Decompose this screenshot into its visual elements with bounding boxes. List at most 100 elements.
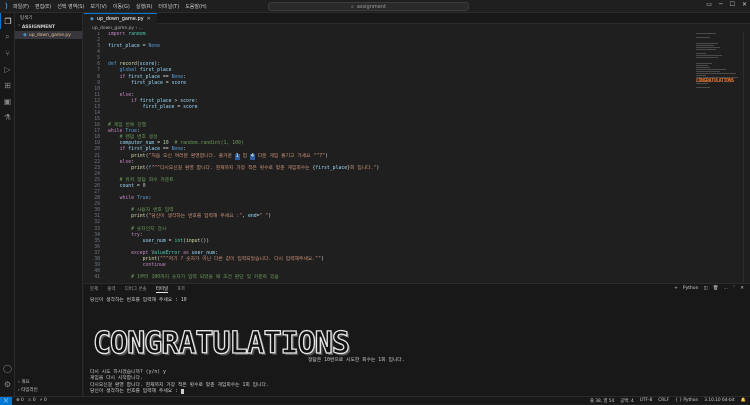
code-token: first_place: [142, 104, 175, 110]
menu-item[interactable]: 실행(R): [136, 3, 153, 10]
extensions-icon[interactable]: ⊞: [0, 77, 15, 93]
indentation[interactable]: 공백: 4: [620, 398, 633, 404]
menu-item[interactable]: 터미널(T): [158, 3, 179, 10]
testing-icon[interactable]: ⚗: [0, 109, 15, 125]
code-token: ): [268, 214, 272, 220]
minimap-banner: CONGRATULATIONS: [696, 78, 734, 84]
cursor-position[interactable]: 줄 38, 열 54: [590, 398, 614, 404]
menu-item[interactable]: 도움말(H): [185, 3, 206, 10]
encoding[interactable]: UTF-8: [640, 398, 653, 404]
line-number: 41: [94, 275, 100, 281]
layout-icon[interactable]: ▭: [706, 1, 712, 8]
end-of-line[interactable]: CRLF: [658, 398, 669, 404]
congratulations-banner: CONGRATULATIONS: [92, 325, 350, 361]
file-item-up-down-game[interactable]: ◆ up_down_game.py: [15, 31, 82, 39]
language-mode[interactable]: { } Python: [675, 398, 698, 404]
code-token: score: [171, 80, 187, 86]
workspace-folder-label: ASSIGNMENT: [21, 24, 56, 30]
source-control-icon[interactable]: ⑂: [0, 45, 15, 61]
remote-explorer-icon[interactable]: ▣: [0, 93, 15, 109]
window-controls: ▭ ─ ☐ ✕: [706, 1, 747, 8]
code-token: :: [148, 196, 152, 202]
python-interpreter[interactable]: 3.10.10 64-bit: [704, 398, 734, 404]
tab-label: up_down_game.py: [96, 16, 144, 22]
notifications-bell-icon[interactable]: 🔔: [741, 398, 746, 404]
code-token: input: [186, 238, 201, 244]
panel-tab[interactable]: 문제: [90, 286, 98, 292]
timeline-section[interactable]: › 타임라인: [15, 386, 83, 394]
code-token: first_place: [108, 44, 140, 50]
panel-tabs: 문제 출력 디버그 콘솔 터미널 포트: [84, 284, 750, 294]
menu-item[interactable]: 편집(E): [35, 3, 51, 10]
trash-icon[interactable]: 🗑: [713, 286, 719, 291]
code-token: =: [134, 183, 143, 189]
menu-item[interactable]: 선택 영역(S): [57, 3, 84, 10]
close-panel-icon[interactable]: ✕: [740, 286, 744, 291]
code-token: count: [119, 183, 135, 189]
code-token: end: [247, 214, 257, 220]
split-terminal-icon[interactable]: ◫: [703, 286, 707, 291]
minimap-line: [696, 86, 710, 88]
run-debug-icon[interactable]: ▷: [0, 61, 15, 77]
remote-indicator-icon[interactable]: ⟩⟨: [0, 396, 12, 405]
add-terminal-icon[interactable]: +: [674, 286, 678, 291]
code-token: first_place: [315, 165, 348, 171]
activity-bar: ❐ ⌕ ⑂ ▷ ⊞ ▣ ⚗ ◯ ⚙: [0, 13, 15, 396]
maximize-panel-icon[interactable]: ˄: [733, 286, 735, 291]
code-token: 0: [142, 183, 146, 189]
tab-up-down-game[interactable]: ◆ up_down_game.py ✕: [84, 13, 157, 24]
code-token: True: [136, 196, 149, 202]
errors-status[interactable]: ⊗ 0: [16, 398, 24, 403]
close-icon[interactable]: ✕: [742, 1, 747, 8]
account-icon[interactable]: ◯: [0, 360, 15, 376]
maximize-icon[interactable]: ☐: [730, 1, 735, 8]
terminal-line: 당신이 생각하는 번호를 입력해 주세요 : 10: [90, 298, 187, 303]
code-token: 회 입니다.": [350, 165, 377, 171]
code-token: score: [183, 104, 198, 110]
workspace-folder[interactable]: ˅ ASSIGNMENT: [15, 23, 82, 31]
terminal-prompt: 당신이 생각하는 번호를 입력해 주세요 :: [90, 388, 730, 395]
terminal-shell-label[interactable]: Python: [683, 286, 699, 291]
editor-tabs: ◆ up_down_game.py ✕: [84, 13, 750, 24]
code-token: "처음 오신 여러분 환영합니다. 즐거운: [148, 153, 235, 159]
menu-item[interactable]: 이동(G): [113, 3, 130, 10]
editor-scrollbar[interactable]: [743, 32, 750, 283]
code-token: "^^저기 ? 숫자가 아닌 다른 값이 입력되었습니다. 다시 입력해주세요.…: [160, 256, 321, 262]
ports-status[interactable]: ⚡ 0: [40, 398, 47, 403]
title-bar: ⟩ 파일(F) 편집(E) 선택 영역(S) 보기(V) 이동(G) 실행(R) 터미널(T…: [0, 0, 750, 13]
menu-item[interactable]: 보기(V): [90, 3, 107, 10]
panel-tab[interactable]: 터미널: [155, 286, 169, 293]
warnings-status[interactable]: ⚠ 0: [28, 398, 36, 403]
breadcrumb[interactable]: up_down_game.py › ...: [84, 24, 750, 32]
code-token: =: [162, 80, 172, 86]
code-token: ): [320, 256, 324, 262]
minimap-line: [696, 56, 718, 58]
code-token: ): [376, 165, 380, 171]
command-center-search[interactable]: ⌕ assignment: [268, 2, 469, 11]
minimize-icon[interactable]: ─: [719, 1, 723, 8]
terminal[interactable]: 당신이 생각하는 번호를 입력해 주세요 : 10 CONGRATULATION…: [90, 298, 730, 394]
editor-area: ◆ up_down_game.py ✕ up_down_game.py › ..…: [84, 13, 750, 283]
outline-section[interactable]: › 개요: [15, 378, 83, 386]
explorer-icon[interactable]: ❐: [0, 13, 15, 29]
code-token: first_place: [131, 80, 163, 86]
search-icon: ⌕: [351, 3, 354, 10]
more-icon[interactable]: …: [723, 286, 728, 291]
search-icon[interactable]: ⌕: [0, 29, 15, 45]
close-tab-icon[interactable]: ✕: [147, 16, 151, 22]
minimap[interactable]: CONGRATULATIONS: [696, 32, 742, 92]
terminal-line: 정답은 10번으로 시도한 회수는 1회 입니다.: [308, 358, 405, 363]
panel-tab[interactable]: 디버그 콘솔: [125, 286, 147, 292]
code-editor[interactable]: 1 import random 2 3 first_place = None 4 5 6 def…: [84, 32, 694, 283]
menu-item[interactable]: 파일(F): [13, 3, 29, 10]
panel-tab[interactable]: 포트: [177, 286, 185, 292]
settings-gear-icon[interactable]: ⚙: [0, 376, 15, 392]
code-token: =: [174, 104, 184, 110]
panel-tab[interactable]: 출력: [107, 286, 115, 292]
